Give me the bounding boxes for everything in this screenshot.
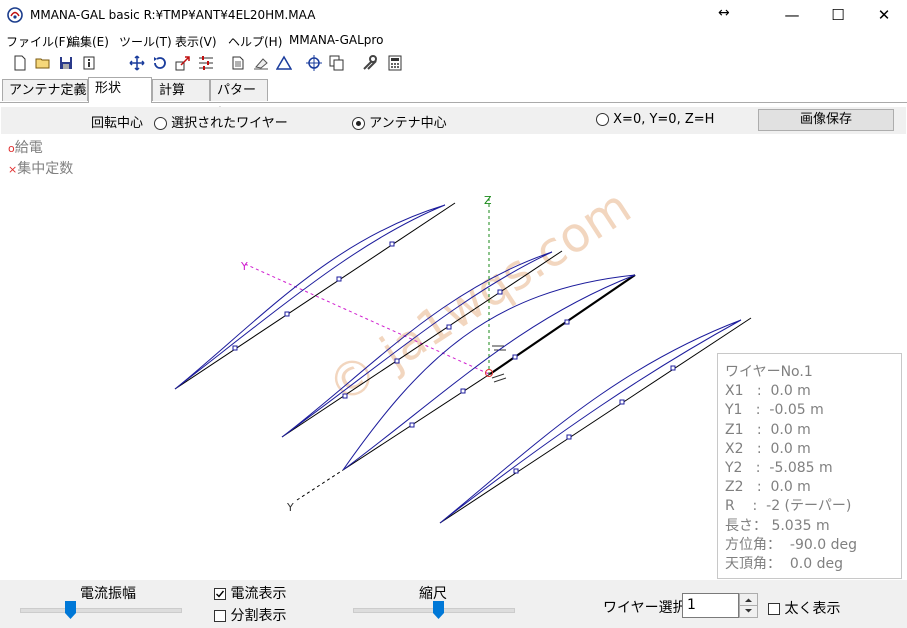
wire-info-x2: X2 : 0.0 m [725, 440, 811, 457]
z-axis-label: Z [484, 194, 492, 207]
rotation-center-label: 回転中心 [91, 116, 144, 131]
copy-icon[interactable] [328, 54, 346, 72]
document-icon[interactable] [229, 54, 247, 72]
watermark-text: © ja1wqs.com [318, 179, 641, 416]
wire-element[interactable] [439, 317, 752, 524]
load-symbol: × [8, 163, 18, 176]
current-amplitude-track[interactable] [20, 608, 182, 613]
radio-circle[interactable] [154, 117, 167, 130]
current-amplitude-label: 電流振幅 [80, 586, 136, 602]
bold-display-checkbox[interactable]: 太く表示 [768, 598, 840, 618]
radio-circle[interactable] [352, 117, 365, 130]
tab-calculate[interactable]: 計算 [152, 79, 210, 101]
open-folder-icon[interactable] [34, 54, 52, 72]
wire-select-input[interactable]: 1 [682, 593, 739, 618]
radio-antenna-center-label: アンテナ中心 [369, 116, 447, 131]
tab-pattern[interactable]: パターン [210, 79, 268, 120]
current-curve [439, 319, 742, 524]
show-segments-checkbox[interactable]: 分割表示 [214, 605, 286, 625]
menu-edit[interactable]: 編集(E) [68, 33, 109, 50]
show-current-checkbox[interactable]: 電流表示 [214, 583, 286, 603]
toolbar [0, 51, 907, 77]
wire-info-z1: Z1 : 0.0 m [725, 421, 811, 438]
wire-info-panel: ワイヤーNo.1 X1 : 0.0 m Y1 : -0.05 m Z1 : 0.… [717, 353, 902, 579]
segment-markers [232, 241, 676, 474]
current-amplitude-slider-thumb[interactable] [65, 601, 76, 619]
resize-icon: ↔ [718, 5, 730, 21]
radio-origin[interactable]: X=0, Y=0, Z=H [596, 112, 714, 127]
menu-file[interactable]: ファイル(F) [6, 33, 70, 50]
radio-selected-wire[interactable]: 選択されたワイヤー [154, 112, 288, 131]
title-bar: MMANA-GAL basic R:¥TMP¥ANT¥4EL20HM.MAA ↔… [0, 0, 907, 31]
maximize-button[interactable]: ☐ [815, 0, 861, 31]
wire-hidden-segment [296, 469, 344, 501]
info-icon[interactable] [80, 54, 98, 72]
checkmark-icon [216, 590, 225, 598]
load-label: 集中定数 [17, 161, 74, 177]
radio-circle[interactable] [596, 113, 609, 126]
show-segments-label: 分割表示 [230, 608, 287, 624]
save-image-button[interactable]: 画像保存 [758, 109, 894, 131]
new-file-icon[interactable] [11, 54, 29, 72]
wire-info-azimuth: 方位角： -90.0 deg [725, 536, 857, 553]
spinner-arrows-icon[interactable] [740, 594, 757, 617]
tab-geometry[interactable]: 形状 [88, 77, 152, 103]
wire-info-length: 長さ： 5.035 m [725, 517, 830, 534]
legend-load: ×集中定数 [8, 158, 73, 178]
wire-info-title: ワイヤーNo.1 [725, 364, 813, 380]
rotate-icon[interactable] [151, 54, 169, 72]
checkbox-box[interactable] [214, 588, 226, 600]
radio-origin-label: X=0, Y=0, Z=H [613, 112, 715, 127]
wire-info-radius: R : -2 (テーパー) [725, 498, 852, 515]
wire-info-y2: Y2 : -5.085 m [725, 460, 833, 477]
checkbox-box[interactable] [214, 610, 226, 622]
feed-symbol: o [8, 142, 15, 155]
show-current-label: 電流表示 [230, 586, 287, 602]
checkbox-box[interactable] [768, 603, 780, 615]
y-axis-label-bottom: Y [286, 501, 294, 514]
save-icon[interactable] [57, 54, 75, 72]
target-icon[interactable] [305, 54, 323, 72]
sliders-icon[interactable] [197, 54, 215, 72]
radio-selected-wire-label: 選択されたワイヤー [171, 116, 288, 131]
wire-info-zenith: 天頂角： 0.0 deg [725, 556, 844, 573]
menu-bar: ファイル(F) 編集(E) ツール(T) 表示(V) ヘルプ(H) MMANA-… [0, 31, 907, 51]
wire-info-y1: Y1 : -0.05 m [725, 402, 824, 419]
app-logo-icon[interactable] [7, 7, 23, 23]
menu-view[interactable]: 表示(V) [175, 33, 217, 50]
menu-pro[interactable]: MMANA-GALpro [289, 33, 383, 47]
scale-label: 縮尺 [419, 586, 447, 602]
scale-slider-thumb[interactable] [433, 601, 444, 619]
tools-icon[interactable] [361, 54, 379, 72]
eraser-icon[interactable] [252, 54, 270, 72]
wire-info-z2: Z2 : 0.0 m [725, 479, 811, 496]
radio-antenna-center[interactable]: アンテナ中心 [352, 112, 447, 131]
feed-label: 給電 [14, 140, 43, 156]
menu-help[interactable]: ヘルプ(H) [228, 33, 282, 50]
window-title: MMANA-GAL basic R:¥TMP¥ANT¥4EL20HM.MAA [30, 8, 316, 22]
close-button[interactable]: ✕ [861, 0, 907, 31]
wire-info-x1: X1 : 0.0 m [725, 383, 811, 400]
minimize-button[interactable]: — [769, 0, 815, 31]
wire-select-spinner[interactable] [739, 593, 758, 618]
bold-display-label: 太く表示 [784, 601, 841, 617]
y-axis-label-top: Y [240, 260, 248, 273]
menu-tools[interactable]: ツール(T) [119, 33, 172, 50]
zoom-icon[interactable] [174, 54, 192, 72]
axis-mark [491, 373, 507, 383]
calculator-icon[interactable] [386, 54, 404, 72]
tab-antenna-definition[interactable]: アンテナ定義 [2, 79, 88, 101]
wire-select-label: ワイヤー選択 [603, 600, 687, 616]
move-icon[interactable] [128, 54, 146, 72]
triangle-icon[interactable] [275, 54, 293, 72]
legend-feed: o給電 [8, 137, 43, 157]
